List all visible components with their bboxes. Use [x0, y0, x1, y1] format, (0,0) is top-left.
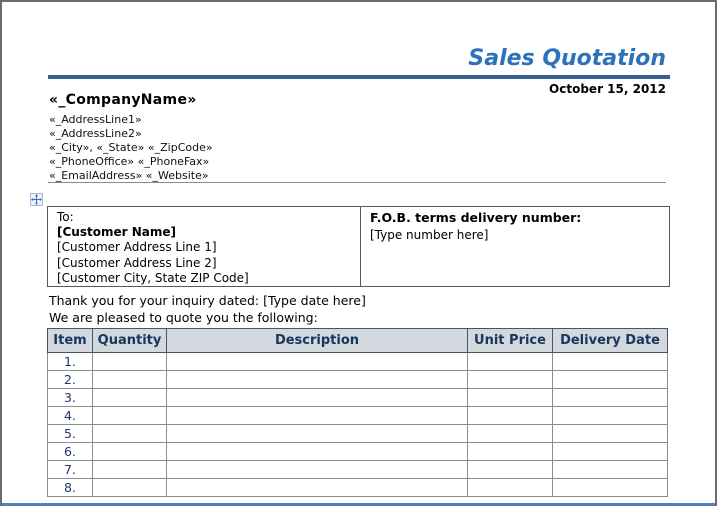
fob-cell: F.O.B. terms delivery number: [Type numb… — [360, 207, 669, 286]
item-number-cell: 7. — [48, 461, 93, 479]
move-arrows-icon — [31, 190, 42, 209]
quantity-cell[interactable] — [93, 407, 167, 425]
unit-price-cell[interactable] — [468, 425, 553, 443]
customer-city-state-zip-field[interactable]: [Customer City, State ZIP Code] — [57, 271, 351, 286]
unit-price-cell[interactable] — [468, 353, 553, 371]
description-cell[interactable] — [167, 389, 468, 407]
quantity-cell[interactable] — [93, 461, 167, 479]
unit-price-cell[interactable] — [468, 479, 553, 497]
item-number-cell: 1. — [48, 353, 93, 371]
delivery-date-cell[interactable] — [553, 407, 668, 425]
description-cell[interactable] — [167, 479, 468, 497]
item-number-cell: 6. — [48, 443, 93, 461]
customer-name-field[interactable]: [Customer Name] — [57, 225, 351, 240]
item-number-cell: 4. — [48, 407, 93, 425]
table-row: 5. — [48, 425, 668, 443]
company-phone-fax-field[interactable]: «_PhoneOffice» «_PhoneFax» — [49, 155, 213, 169]
description-cell[interactable] — [167, 371, 468, 389]
description-cell[interactable] — [167, 443, 468, 461]
description-cell[interactable] — [167, 461, 468, 479]
column-header-unit-price: Unit Price — [468, 329, 553, 353]
delivery-date-cell[interactable] — [553, 479, 668, 497]
table-row: 6. — [48, 443, 668, 461]
fob-label: F.O.B. terms delivery number: — [370, 210, 660, 225]
page-title: Sales Quotation — [468, 46, 666, 71]
recipient-label: To: — [57, 210, 351, 225]
delivery-date-cell[interactable] — [553, 425, 668, 443]
quantity-cell[interactable] — [93, 425, 167, 443]
recipient-fob-table: To: [Customer Name] [Customer Address Li… — [47, 206, 670, 287]
unit-price-cell[interactable] — [468, 443, 553, 461]
unit-price-cell[interactable] — [468, 389, 553, 407]
table-row: 7. — [48, 461, 668, 479]
table-row: 1. — [48, 353, 668, 371]
customer-address-line2-field[interactable]: [Customer Address Line 2] — [57, 256, 351, 271]
quote-table-header-row: Item Quantity Description Unit Price Del… — [48, 329, 668, 353]
column-header-delivery-date: Delivery Date — [553, 329, 668, 353]
unit-price-cell[interactable] — [468, 407, 553, 425]
item-number-cell: 2. — [48, 371, 93, 389]
table-row: 4. — [48, 407, 668, 425]
delivery-date-cell[interactable] — [553, 353, 668, 371]
title-rule — [48, 75, 670, 79]
table-row: 3. — [48, 389, 668, 407]
description-cell[interactable] — [167, 353, 468, 371]
quantity-cell[interactable] — [93, 389, 167, 407]
delivery-date-cell[interactable] — [553, 371, 668, 389]
recipient-cell: To: [Customer Name] [Customer Address Li… — [48, 207, 360, 286]
quantity-cell[interactable] — [93, 353, 167, 371]
delivery-date-cell[interactable] — [553, 389, 668, 407]
inquiry-date-line[interactable]: Thank you for your inquiry dated: [Type … — [49, 292, 366, 309]
unit-price-cell[interactable] — [468, 371, 553, 389]
table-row: 2. — [48, 371, 668, 389]
document-date: October 15, 2012 — [549, 82, 666, 96]
column-header-item: Item — [48, 329, 93, 353]
company-address-line2-field[interactable]: «_AddressLine2» — [49, 127, 213, 141]
item-number-cell: 8. — [48, 479, 93, 497]
document-page: Sales Quotation October 15, 2012 «_Compa… — [0, 0, 717, 506]
section-divider — [48, 182, 666, 183]
intro-block: Thank you for your inquiry dated: [Type … — [49, 292, 366, 326]
description-cell[interactable] — [167, 407, 468, 425]
unit-price-cell[interactable] — [468, 461, 553, 479]
description-cell[interactable] — [167, 425, 468, 443]
company-address-line1-field[interactable]: «_AddressLine1» — [49, 113, 213, 127]
quantity-cell[interactable] — [93, 443, 167, 461]
quote-table: Item Quantity Description Unit Price Del… — [47, 328, 668, 497]
quote-intro-line: We are pleased to quote you the followin… — [49, 309, 366, 326]
company-block: «_CompanyName» «_AddressLine1» «_Address… — [49, 92, 213, 183]
company-city-state-zip-field[interactable]: «_City», «_State» «_ZipCode» — [49, 141, 213, 155]
item-number-cell: 3. — [48, 389, 93, 407]
fob-number-field[interactable]: [Type number here] — [370, 228, 660, 243]
delivery-date-cell[interactable] — [553, 461, 668, 479]
column-header-description: Description — [167, 329, 468, 353]
company-email-website-field[interactable]: «_EmailAddress» «_Website» — [49, 169, 213, 183]
table-row: 8. — [48, 479, 668, 497]
quantity-cell[interactable] — [93, 371, 167, 389]
item-number-cell: 5. — [48, 425, 93, 443]
table-move-handle[interactable] — [30, 193, 43, 206]
delivery-date-cell[interactable] — [553, 443, 668, 461]
company-name-field[interactable]: «_CompanyName» — [49, 92, 213, 108]
column-header-quantity: Quantity — [93, 329, 167, 353]
quantity-cell[interactable] — [93, 479, 167, 497]
customer-address-line1-field[interactable]: [Customer Address Line 1] — [57, 240, 351, 255]
